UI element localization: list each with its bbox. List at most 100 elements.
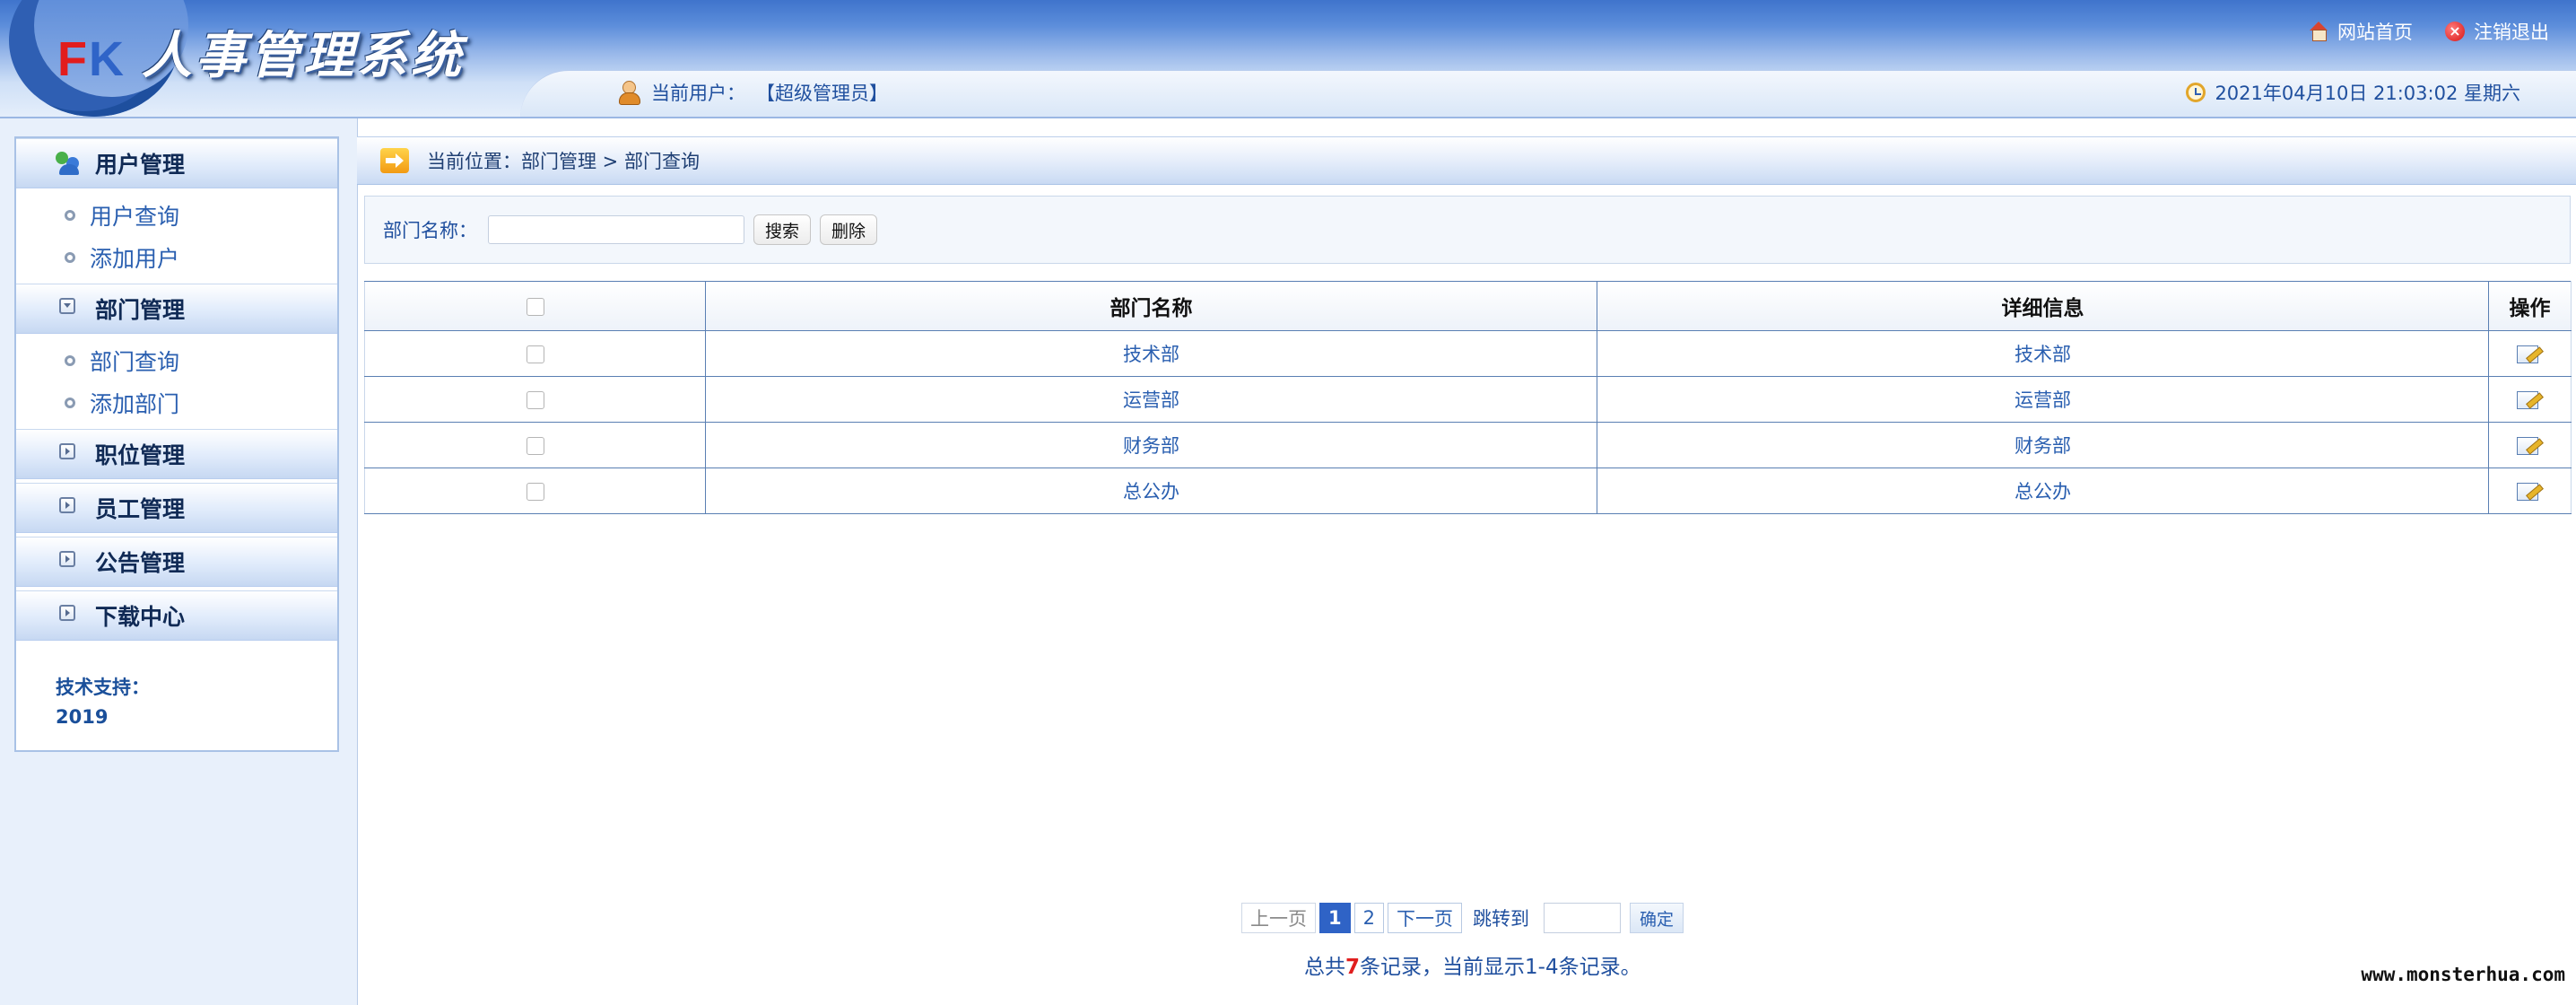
menu-title-label: 职位管理 [95, 442, 186, 468]
table-row: 技术部 技术部 [364, 330, 2572, 377]
row-checkbox[interactable] [526, 391, 544, 409]
menu-title-label: 用户管理 [95, 152, 186, 178]
bullet-icon [65, 355, 75, 366]
summary-suffix: 条记录，当前显示1-4条记录。 [1360, 956, 1641, 979]
watermark: www.monsterhua.com [2361, 964, 2565, 985]
department-name-cell: 总公办 [705, 468, 1597, 514]
users-icon [56, 150, 83, 177]
next-page-button[interactable]: 下一页 [1388, 903, 1462, 933]
logo-letter-k: K [89, 32, 126, 86]
jump-page-input[interactable] [1544, 903, 1621, 933]
department-name-cell: 技术部 [705, 330, 1597, 377]
row-select-cell [364, 330, 706, 377]
breadcrumb-text: 当前位置：部门管理 > 部门查询 [427, 151, 700, 172]
menu-position-management[interactable]: 职位管理 [16, 429, 337, 479]
menu-department-management[interactable]: 部门管理 [16, 284, 337, 334]
table-row: 运营部 运营部 [364, 376, 2572, 423]
department-name-cell: 财务部 [705, 422, 1597, 468]
bullet-icon [65, 210, 75, 221]
edit-icon[interactable] [2516, 435, 2544, 457]
delete-button[interactable]: 删除 [820, 214, 878, 245]
edit-icon[interactable] [2516, 389, 2544, 411]
logout-link-label: 注销退出 [2474, 22, 2549, 43]
edit-icon[interactable] [2516, 344, 2544, 365]
logo-letter-f: F [57, 32, 89, 86]
menu-download-center[interactable]: 下载中心 [16, 590, 337, 641]
tech-support: 技术支持： 2019 [16, 641, 337, 750]
clock-icon [2186, 83, 2206, 102]
bullet-icon [65, 398, 75, 408]
home-icon [2309, 22, 2328, 41]
home-link[interactable]: 网站首页 [2309, 18, 2413, 45]
expand-toggle-icon [59, 605, 75, 621]
menu-title-label: 员工管理 [95, 496, 186, 522]
home-link-label: 网站首页 [2337, 22, 2413, 43]
row-checkbox[interactable] [526, 437, 544, 455]
column-header-action: 操作 [2488, 281, 2572, 331]
app-title: 人事管理系统 [142, 26, 465, 85]
sidebar: 用户管理 用户查询 添加用户 部门管理 部门查询 添加部门 职位管理 员工管理 [14, 136, 339, 752]
menu-employee-management[interactable]: 员工管理 [16, 483, 337, 533]
action-cell [2488, 468, 2572, 514]
tech-support-value: 2019 [56, 706, 109, 728]
menu-title-label: 公告管理 [95, 550, 186, 576]
menu-user-management[interactable]: 用户管理 [16, 138, 337, 188]
table-row: 总公办 总公办 [364, 468, 2572, 514]
submenu-department-management: 部门查询 添加部门 [16, 334, 337, 429]
breadcrumb: 当前位置：部门管理 > 部门查询 [357, 136, 2576, 185]
submenu-user-management: 用户查询 添加用户 [16, 188, 337, 284]
user-icon [617, 80, 640, 105]
arrow-right-icon [380, 148, 409, 173]
department-detail-cell: 财务部 [1597, 422, 2489, 468]
action-cell [2488, 376, 2572, 423]
department-detail-cell: 运营部 [1597, 376, 2489, 423]
sidebar-item-department-query[interactable]: 部门查询 [16, 339, 337, 381]
sidebar-item-add-user[interactable]: 添加用户 [16, 236, 337, 278]
department-detail-cell: 技术部 [1597, 330, 2489, 377]
header-divider [0, 117, 2576, 118]
sidebar-item-label: 用户查询 [90, 203, 180, 230]
pagination: 上一页 1 2 下一页 跳转到 确定 [1241, 903, 1684, 933]
menu-title-label: 部门管理 [95, 297, 186, 323]
sidebar-item-add-department[interactable]: 添加部门 [16, 381, 337, 424]
department-table: 部门名称 详细信息 操作 技术部 技术部 运营部 运营部 财务部 财务部 总公办… [364, 281, 2572, 514]
edit-icon[interactable] [2516, 481, 2544, 502]
page-button-2[interactable]: 2 [1353, 903, 1384, 933]
table-header-row: 部门名称 详细信息 操作 [364, 281, 2572, 331]
department-name-input[interactable] [488, 215, 744, 244]
top-links: 网站首页 × 注销退出 [2309, 18, 2549, 45]
expand-toggle-icon [59, 443, 75, 459]
confirm-jump-button[interactable]: 确定 [1630, 903, 1684, 933]
sidebar-item-label: 添加用户 [90, 245, 180, 272]
sidebar-item-user-query[interactable]: 用户查询 [16, 194, 337, 236]
menu-notice-management[interactable]: 公告管理 [16, 537, 337, 587]
select-all-checkbox[interactable] [526, 297, 544, 316]
department-detail-cell: 总公办 [1597, 468, 2489, 514]
menu-title-label: 下载中心 [95, 604, 186, 630]
logo-mark: FK [57, 32, 126, 86]
row-select-cell [364, 468, 706, 514]
sidebar-item-label: 部门查询 [90, 348, 180, 375]
row-select-cell [364, 376, 706, 423]
expand-toggle-icon [59, 497, 75, 513]
row-checkbox[interactable] [526, 345, 544, 363]
datetime-text: 2021年04月10日 21:03:02 星期六 [2215, 83, 2520, 104]
action-cell [2488, 330, 2572, 377]
expand-toggle-icon [59, 551, 75, 567]
record-summary: 总共7条记录，当前显示1-4条记录。 [1304, 949, 1641, 980]
action-cell [2488, 422, 2572, 468]
bullet-icon [65, 252, 75, 263]
tech-support-label: 技术支持： [56, 677, 150, 698]
column-header-name: 部门名称 [705, 281, 1597, 331]
row-checkbox[interactable] [526, 483, 544, 501]
current-user-label: 当前用户： [651, 83, 745, 104]
current-user: 当前用户： 【超级管理员】 [617, 79, 888, 106]
collapse-toggle-icon [59, 298, 75, 314]
header: FK 人事管理系统 网站首页 × 注销退出 当前用户： 【超级管理员】 2021… [0, 0, 2576, 118]
sidebar-item-label: 添加部门 [90, 390, 180, 417]
prev-page-button[interactable]: 上一页 [1241, 903, 1316, 933]
page-button-1[interactable]: 1 [1319, 903, 1351, 933]
logout-link[interactable]: × 注销退出 [2445, 18, 2549, 45]
search-button[interactable]: 搜索 [753, 214, 812, 245]
select-all-cell [364, 281, 706, 331]
